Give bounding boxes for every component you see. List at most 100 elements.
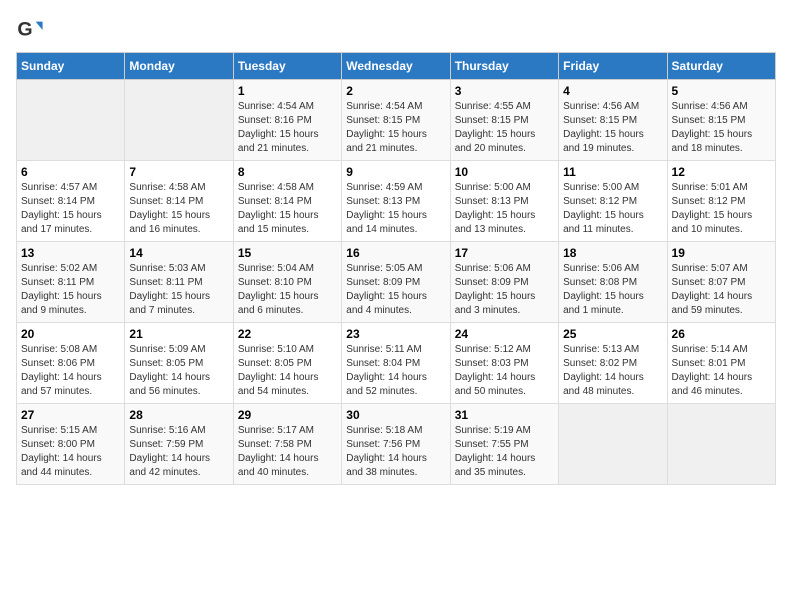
day-info: Sunrise: 5:15 AM Sunset: 8:00 PM Dayligh… — [21, 424, 120, 480]
day-number: 12 — [672, 165, 771, 179]
calendar-cell: 1 Sunrise: 4:54 AM Sunset: 8:16 PM Daylig… — [233, 80, 341, 161]
calendar-cell: 5 Sunrise: 4:56 AM Sunset: 8:15 PM Daylig… — [667, 80, 775, 161]
day-number: 16 — [346, 246, 445, 260]
calendar-cell: 8Sunrise: 4:58 AM Sunset: 8:14 PM Daylig… — [233, 161, 341, 242]
column-header-sunday: Sunday — [17, 53, 125, 80]
day-info: Sunrise: 5:06 AM Sunset: 8:08 PM Dayligh… — [563, 262, 662, 318]
day-number: 30 — [346, 408, 445, 422]
calendar-cell: 13 Sunrise: 5:02 AM Sunset: 8:11 PM Dayli… — [17, 242, 125, 323]
day-number: 6 — [21, 165, 120, 179]
day-number: 18 — [563, 246, 662, 260]
day-number: 15 — [238, 246, 337, 260]
day-number: 31 — [455, 408, 554, 422]
day-info: Sunrise: 5:03 AM Sunset: 8:11 PM Dayligh… — [129, 262, 228, 318]
day-info: Sunrise: 5:11 AM Sunset: 8:04 PM Dayligh… — [346, 343, 445, 399]
day-info: Sunrise: 5:19 AM Sunset: 7:55 PM Dayligh… — [455, 424, 554, 480]
calendar-cell: 9 Sunrise: 4:59 AM Sunset: 8:13 PM Daylig… — [342, 161, 450, 242]
calendar-week-row: 1 Sunrise: 4:54 AM Sunset: 8:16 PM Daylig… — [17, 80, 776, 161]
day-number: 22 — [238, 327, 337, 341]
day-info: Sunrise: 5:16 AM Sunset: 7:59 PM Dayligh… — [129, 424, 228, 480]
day-info: Sunrise: 5:10 AM Sunset: 8:05 PM Dayligh… — [238, 343, 337, 399]
calendar-cell: 29Sunrise: 5:17 AM Sunset: 7:58 PM Dayli… — [233, 404, 341, 485]
calendar-week-row: 13 Sunrise: 5:02 AM Sunset: 8:11 PM Dayli… — [17, 242, 776, 323]
day-info: Sunrise: 4:54 AM Sunset: 8:15 PM Dayligh… — [346, 100, 445, 156]
calendar-cell: 12 Sunrise: 5:01 AM Sunset: 8:12 PM Dayli… — [667, 161, 775, 242]
calendar-cell: 15Sunrise: 5:04 AM Sunset: 8:10 PM Dayli… — [233, 242, 341, 323]
day-info: Sunrise: 5:01 AM Sunset: 8:12 PM Dayligh… — [672, 181, 771, 237]
calendar-cell: 31 Sunrise: 5:19 AM Sunset: 7:55 PM Dayli… — [450, 404, 558, 485]
calendar-cell — [667, 404, 775, 485]
day-number: 19 — [672, 246, 771, 260]
day-number: 14 — [129, 246, 228, 260]
calendar-cell: 28Sunrise: 5:16 AM Sunset: 7:59 PM Dayli… — [125, 404, 233, 485]
day-number: 3 — [455, 84, 554, 98]
day-info: Sunrise: 5:13 AM Sunset: 8:02 PM Dayligh… — [563, 343, 662, 399]
day-number: 21 — [129, 327, 228, 341]
day-number: 13 — [21, 246, 120, 260]
day-info: Sunrise: 5:18 AM Sunset: 7:56 PM Dayligh… — [346, 424, 445, 480]
calendar-cell: 6 Sunrise: 4:57 AM Sunset: 8:14 PM Daylig… — [17, 161, 125, 242]
day-info: Sunrise: 4:57 AM Sunset: 8:14 PM Dayligh… — [21, 181, 120, 237]
calendar-cell — [559, 404, 667, 485]
calendar-cell: 7Sunrise: 4:58 AM Sunset: 8:14 PM Daylig… — [125, 161, 233, 242]
column-header-wednesday: Wednesday — [342, 53, 450, 80]
day-number: 26 — [672, 327, 771, 341]
day-info: Sunrise: 4:58 AM Sunset: 8:14 PM Dayligh… — [238, 181, 337, 237]
day-number: 11 — [563, 165, 662, 179]
day-number: 1 — [238, 84, 337, 98]
calendar-cell: 3 Sunrise: 4:55 AM Sunset: 8:15 PM Daylig… — [450, 80, 558, 161]
calendar-cell — [17, 80, 125, 161]
calendar-cell: 30 Sunrise: 5:18 AM Sunset: 7:56 PM Dayli… — [342, 404, 450, 485]
calendar-cell: 26Sunrise: 5:14 AM Sunset: 8:01 PM Dayli… — [667, 323, 775, 404]
logo: G — [16, 16, 48, 44]
day-info: Sunrise: 5:00 AM Sunset: 8:12 PM Dayligh… — [563, 181, 662, 237]
calendar-table: SundayMondayTuesdayWednesdayThursdayFrid… — [16, 52, 776, 485]
calendar-cell: 19Sunrise: 5:07 AM Sunset: 8:07 PM Dayli… — [667, 242, 775, 323]
calendar-cell: 24 Sunrise: 5:12 AM Sunset: 8:03 PM Dayli… — [450, 323, 558, 404]
calendar-cell: 11 Sunrise: 5:00 AM Sunset: 8:12 PM Dayli… — [559, 161, 667, 242]
calendar-cell: 14 Sunrise: 5:03 AM Sunset: 8:11 PM Dayli… — [125, 242, 233, 323]
day-number: 10 — [455, 165, 554, 179]
column-header-saturday: Saturday — [667, 53, 775, 80]
calendar-week-row: 27 Sunrise: 5:15 AM Sunset: 8:00 PM Dayli… — [17, 404, 776, 485]
calendar-week-row: 6 Sunrise: 4:57 AM Sunset: 8:14 PM Daylig… — [17, 161, 776, 242]
day-info: Sunrise: 4:56 AM Sunset: 8:15 PM Dayligh… — [563, 100, 662, 156]
calendar-cell: 22 Sunrise: 5:10 AM Sunset: 8:05 PM Dayli… — [233, 323, 341, 404]
column-header-friday: Friday — [559, 53, 667, 80]
day-info: Sunrise: 5:17 AM Sunset: 7:58 PM Dayligh… — [238, 424, 337, 480]
day-info: Sunrise: 5:02 AM Sunset: 8:11 PM Dayligh… — [21, 262, 120, 318]
calendar-week-row: 20Sunrise: 5:08 AM Sunset: 8:06 PM Dayli… — [17, 323, 776, 404]
calendar-cell: 4 Sunrise: 4:56 AM Sunset: 8:15 PM Daylig… — [559, 80, 667, 161]
day-info: Sunrise: 4:54 AM Sunset: 8:16 PM Dayligh… — [238, 100, 337, 156]
day-number: 2 — [346, 84, 445, 98]
day-info: Sunrise: 4:56 AM Sunset: 8:15 PM Dayligh… — [672, 100, 771, 156]
header-row: SundayMondayTuesdayWednesdayThursdayFrid… — [17, 53, 776, 80]
day-info: Sunrise: 5:00 AM Sunset: 8:13 PM Dayligh… — [455, 181, 554, 237]
day-info: Sunrise: 4:58 AM Sunset: 8:14 PM Dayligh… — [129, 181, 228, 237]
calendar-cell: 25 Sunrise: 5:13 AM Sunset: 8:02 PM Dayli… — [559, 323, 667, 404]
calendar-cell: 2 Sunrise: 4:54 AM Sunset: 8:15 PM Daylig… — [342, 80, 450, 161]
day-info: Sunrise: 4:59 AM Sunset: 8:13 PM Dayligh… — [346, 181, 445, 237]
day-number: 4 — [563, 84, 662, 98]
day-info: Sunrise: 5:05 AM Sunset: 8:09 PM Dayligh… — [346, 262, 445, 318]
day-info: Sunrise: 4:55 AM Sunset: 8:15 PM Dayligh… — [455, 100, 554, 156]
logo-icon: G — [16, 16, 44, 44]
day-info: Sunrise: 5:08 AM Sunset: 8:06 PM Dayligh… — [21, 343, 120, 399]
calendar-cell: 23 Sunrise: 5:11 AM Sunset: 8:04 PM Dayli… — [342, 323, 450, 404]
svg-text:G: G — [17, 19, 32, 41]
column-header-monday: Monday — [125, 53, 233, 80]
column-header-thursday: Thursday — [450, 53, 558, 80]
day-number: 23 — [346, 327, 445, 341]
day-info: Sunrise: 5:12 AM Sunset: 8:03 PM Dayligh… — [455, 343, 554, 399]
day-number: 27 — [21, 408, 120, 422]
calendar-cell — [125, 80, 233, 161]
day-number: 9 — [346, 165, 445, 179]
calendar-cell: 27 Sunrise: 5:15 AM Sunset: 8:00 PM Dayli… — [17, 404, 125, 485]
day-number: 24 — [455, 327, 554, 341]
day-number: 5 — [672, 84, 771, 98]
day-info: Sunrise: 5:06 AM Sunset: 8:09 PM Dayligh… — [455, 262, 554, 318]
calendar-cell: 20Sunrise: 5:08 AM Sunset: 8:06 PM Dayli… — [17, 323, 125, 404]
page-header: G — [16, 16, 776, 44]
day-info: Sunrise: 5:09 AM Sunset: 8:05 PM Dayligh… — [129, 343, 228, 399]
day-number: 25 — [563, 327, 662, 341]
